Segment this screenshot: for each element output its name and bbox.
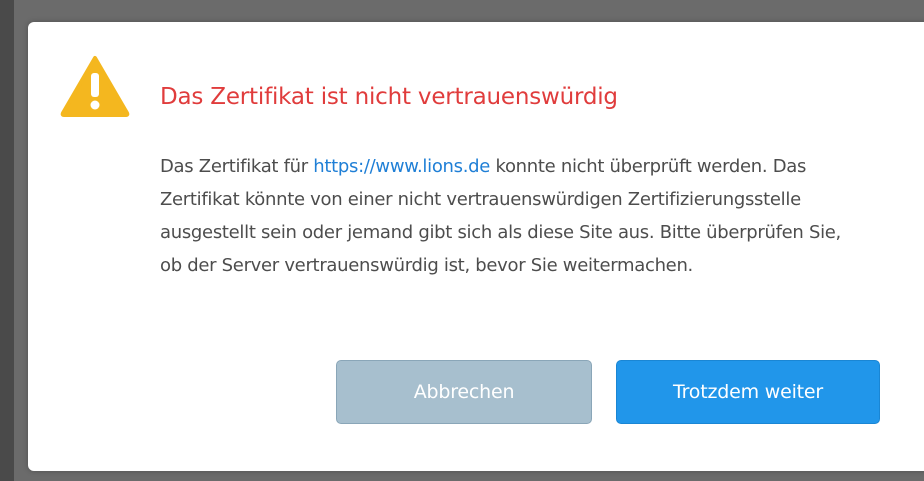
cancel-button[interactable]: Abbrechen (336, 360, 592, 424)
continue-anyway-button[interactable]: Trotzdem weiter (616, 360, 880, 424)
backdrop-edge (0, 0, 14, 481)
message-text-start: Das Zertifikat für (160, 156, 314, 177)
dialog-title: Das Zertifikat ist nicht vertrauenswürdi… (160, 84, 618, 110)
warning-icon (60, 56, 130, 117)
certificate-url-link[interactable]: https://www.lions.de (313, 156, 490, 177)
dialog-message: Das Zertifikat für https://www.lions.de … (160, 150, 860, 282)
